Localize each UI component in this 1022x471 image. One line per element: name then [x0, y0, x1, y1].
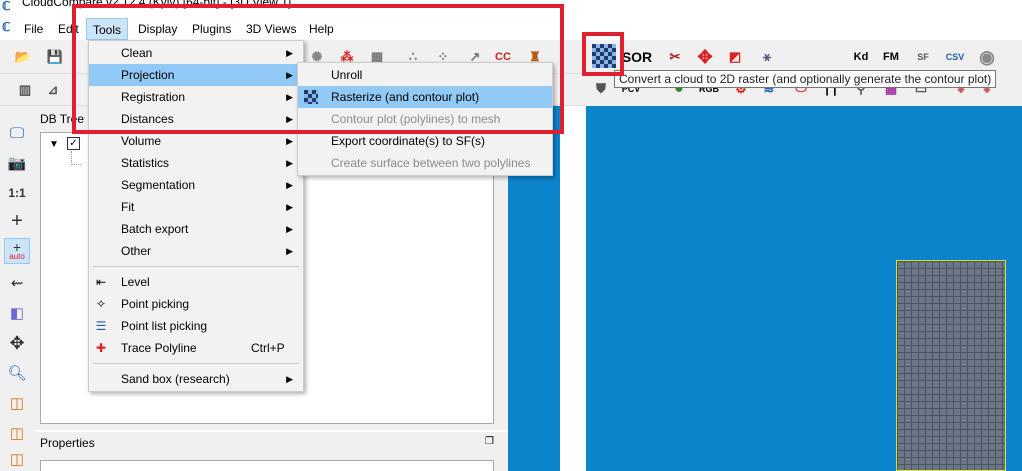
fast-marching-icon[interactable]: FM: [878, 44, 904, 70]
shield-icon[interactable]: ⛊: [588, 76, 614, 102]
menu-item-label: Level: [121, 275, 150, 289]
histogram-icon[interactable]: ⊿: [40, 77, 66, 103]
sf-export-icon[interactable]: SF: [910, 44, 936, 70]
menu-item-label: Batch export: [121, 222, 189, 236]
menu-item-batch-export[interactable]: Batch export ▶: [89, 218, 303, 240]
view-edge: [1006, 260, 1022, 471]
menu-item-label: Statistics: [121, 156, 170, 170]
menu-separator: [93, 266, 299, 267]
kd-tree-icon[interactable]: Kd: [848, 44, 874, 70]
zoom-1-1-icon[interactable]: 1:1: [4, 180, 30, 206]
menu-item-label: Segmentation: [121, 178, 196, 192]
crosshair-icon[interactable]: +: [4, 208, 30, 234]
sor-filter-icon[interactable]: SOR: [620, 44, 654, 70]
menu-item-label: Sand box (research): [121, 372, 230, 386]
highlight-menu-box: [72, 4, 564, 134]
polyline-icon: ✚: [95, 341, 107, 355]
top-view-icon[interactable]: ◫: [4, 420, 30, 446]
open-folder-icon[interactable]: 📂: [10, 44, 36, 70]
menu-item-label: Point picking: [121, 297, 190, 311]
auto-label: auto: [9, 252, 25, 261]
scissors-icon[interactable]: ✂: [662, 44, 688, 70]
tree-branch: [71, 151, 81, 165]
menu-item-trace-polyline[interactable]: ✚ Trace Polyline Ctrl+P: [89, 337, 303, 359]
shortcut-label: Ctrl+P: [251, 341, 285, 355]
cube-view-icon[interactable]: ◧: [4, 300, 30, 326]
menu-item-point-list-picking[interactable]: ☰ Point list picking: [89, 315, 303, 337]
point-cloud-render: [896, 260, 1006, 471]
view-separator: [560, 106, 586, 471]
menu-item-label: Trace Polyline: [121, 341, 197, 355]
move-icon[interactable]: ✥: [4, 330, 30, 356]
menu-item-label: Volume: [121, 134, 162, 148]
menu-item-other[interactable]: Other ▶: [89, 240, 303, 262]
list-icon: ☰: [95, 319, 107, 333]
menu-item-label: Fit: [121, 200, 135, 214]
front-view-icon[interactable]: ◫: [4, 390, 30, 416]
monitor-icon[interactable]: 🖵: [4, 120, 30, 146]
point-picking-icon: ✧: [95, 297, 107, 311]
disc-icon[interactable]: ◉: [974, 44, 1000, 70]
auto-pivot-button[interactable]: + auto: [4, 238, 30, 264]
menu-item-level[interactable]: ⇤ Level: [89, 271, 303, 293]
side-view-icon[interactable]: ◫: [4, 446, 30, 471]
view-toolbar: 🖵 📷 1:1 + + auto ⇜ ◧ ✥ 🔍︎ ◫ ◫ ◫: [0, 106, 34, 471]
menu-file[interactable]: File: [18, 18, 49, 40]
menu-item-label: Other: [121, 244, 152, 258]
properties-title: Properties: [40, 436, 95, 450]
save-icon[interactable]: 💾: [42, 44, 68, 70]
menu-item-point-picking[interactable]: ✧ Point picking: [89, 293, 303, 315]
menu-item-label: Point list picking: [121, 319, 208, 333]
bar-chart-icon[interactable]: ▥: [12, 77, 38, 103]
menu-item-create-surface: Create surface between two polylines: [298, 152, 552, 174]
menu-item-label: Create surface between two polylines: [331, 156, 531, 170]
rotate-icon[interactable]: ⇜: [4, 270, 30, 296]
zoom-icon[interactable]: 🔍︎: [4, 360, 30, 386]
chevron-right-icon: ▶: [286, 202, 293, 212]
chevron-right-icon: ▶: [286, 246, 293, 256]
tooltip: Convert a cloud to 2D raster (and option…: [614, 70, 997, 88]
menu-item-sand-box[interactable]: Sand box (research) ▶: [89, 368, 303, 390]
properties-panel: Properties ❐: [34, 432, 508, 471]
menu-item-label: Export coordinate(s) to SF(s): [331, 134, 486, 148]
properties-view[interactable]: [40, 460, 494, 471]
app-logo-icon: ℂ: [2, 0, 11, 13]
level-icon: ⇤: [95, 275, 107, 289]
menu-item-statistics[interactable]: Statistics ▶: [89, 152, 303, 174]
align-icon[interactable]: ⚹: [754, 44, 780, 70]
menu-item-segmentation[interactable]: Segmentation ▶: [89, 174, 303, 196]
app-logo-icon: ℂ: [2, 20, 11, 34]
box-icon[interactable]: ◩: [722, 44, 748, 70]
chevron-right-icon: ▶: [286, 374, 293, 384]
chevron-right-icon: ▶: [286, 180, 293, 190]
float-panel-icon[interactable]: ❐: [485, 436, 494, 447]
highlight-rasterize-button-box: [582, 32, 624, 76]
camera-icon[interactable]: 📷: [4, 150, 30, 176]
translate-icon[interactable]: ✥: [692, 44, 718, 70]
chevron-right-icon: ▶: [286, 224, 293, 234]
csv-export-icon[interactable]: CSV: [942, 44, 968, 70]
menu-separator: [93, 363, 299, 364]
menu-item-fit[interactable]: Fit ▶: [89, 196, 303, 218]
checkbox-checked-icon[interactable]: ✓: [67, 137, 80, 150]
expand-arrow-icon[interactable]: ▼: [49, 139, 59, 150]
chevron-right-icon: ▶: [286, 158, 293, 168]
